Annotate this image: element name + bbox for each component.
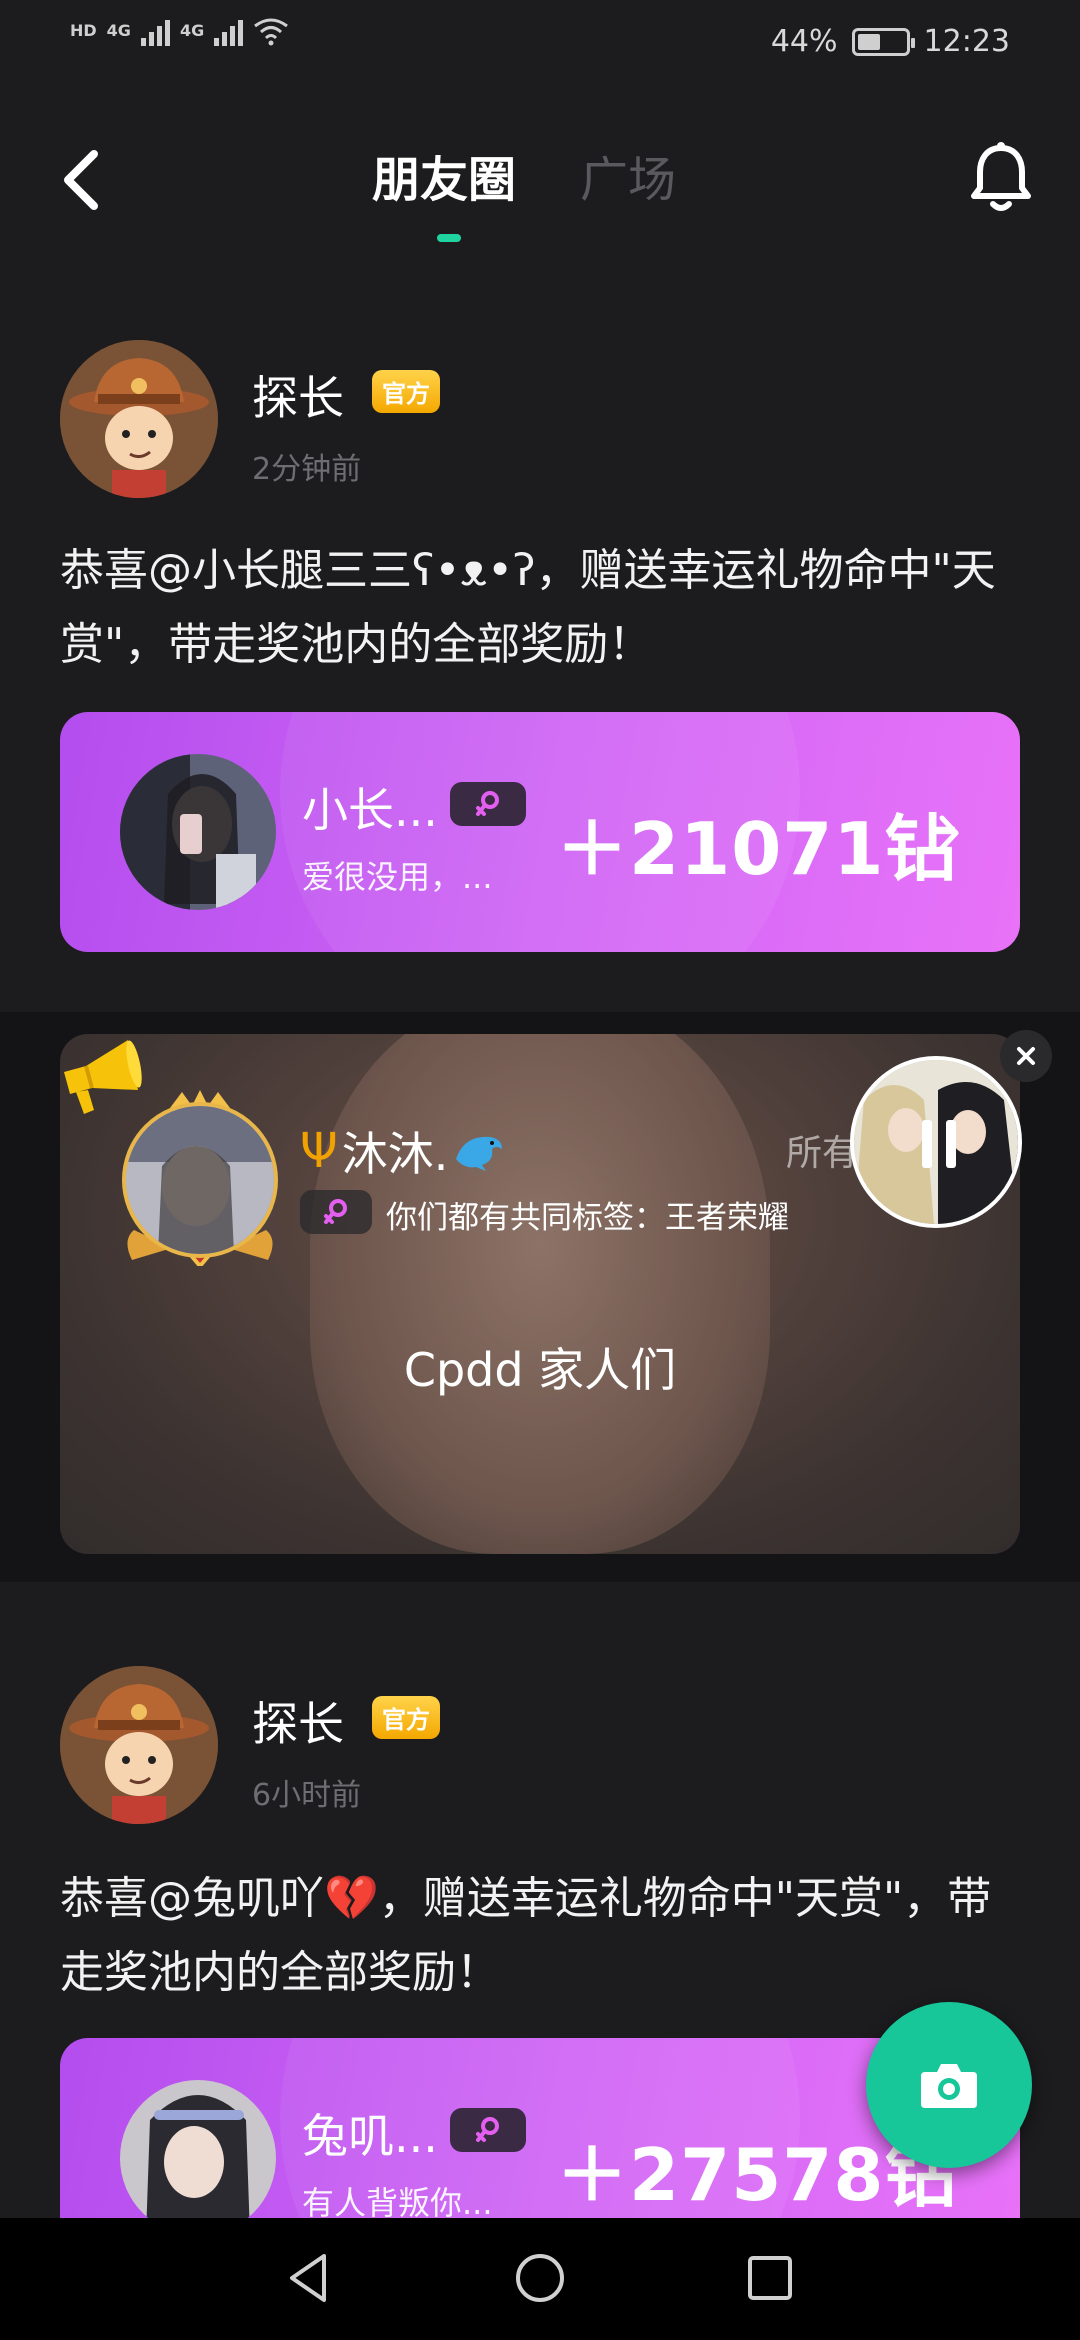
camera-icon	[921, 2064, 977, 2108]
female-icon	[324, 1199, 347, 1224]
gift-user-name: 小长...	[302, 783, 438, 837]
detective-avatar-icon	[60, 1666, 218, 1824]
live-host-avatar	[122, 1102, 278, 1258]
live-host-name: Ψ 沐沐.	[300, 1118, 506, 1184]
post-text: 恭喜@兔叽吖💔，赠送幸运礼物命中"天赏"，带走奖池内的全部奖励！	[60, 1873, 992, 1998]
system-nav-bar	[0, 2218, 1080, 2340]
female-icon	[476, 791, 499, 816]
wifi-icon	[254, 18, 289, 46]
tab-friends-circle[interactable]: 朋友圈	[372, 140, 516, 210]
clock: 12:23	[923, 24, 1010, 59]
nav-back-icon[interactable]	[280, 2248, 340, 2308]
live-host-avatar-frame[interactable]	[112, 1090, 288, 1266]
avatar[interactable]	[60, 340, 218, 498]
pause-icon[interactable]	[912, 1112, 968, 1176]
camera-post-button[interactable]	[866, 2002, 1032, 2168]
network-indicators: HD 4G 4G	[70, 16, 289, 46]
detective-avatar-icon	[60, 340, 218, 498]
active-tab-indicator	[437, 234, 461, 242]
gift-user-name: 兔叽...	[302, 2109, 438, 2163]
hd-label: HD	[70, 21, 97, 40]
battery-icon	[851, 27, 915, 56]
back-icon[interactable]	[52, 140, 112, 220]
common-tag-text: 你们都有共同标签：王者荣耀	[386, 1200, 789, 1236]
status-right: 44% 12:23	[771, 24, 1010, 59]
live-host-name-text: 沐沐.	[341, 1127, 449, 1181]
nav-recent-icon[interactable]	[740, 2248, 800, 2308]
gift-user-avatar[interactable]	[120, 2080, 276, 2236]
music-disc[interactable]	[850, 1056, 1022, 1228]
post-text: 恭喜@小长腿三三ʕ•ᴥ•ʔ，赠送幸运礼物命中"天赏"，带走奖池内的全部奖励！	[60, 545, 996, 670]
post-time: 2分钟前	[252, 452, 362, 487]
gift-amount: ＋21071钻	[556, 807, 958, 891]
official-badge: 官方	[372, 370, 440, 413]
trident-icon: Ψ	[300, 1123, 338, 1179]
tab-square[interactable]: 广场	[580, 140, 676, 210]
female-icon	[476, 2117, 499, 2142]
battery-percent: 44%	[770, 24, 838, 59]
female-gender-badge	[450, 782, 526, 826]
author-name[interactable]: 探长	[252, 1688, 344, 1754]
network-4g-label: 4G	[106, 21, 131, 40]
signal-strength-icon	[214, 16, 244, 46]
female-gender-badge	[300, 1190, 372, 1234]
nav-home-icon[interactable]	[510, 2248, 570, 2308]
female-gender-badge	[450, 2108, 526, 2152]
top-nav: 朋友圈 广场	[0, 110, 1080, 250]
bell-icon[interactable]	[966, 138, 1036, 218]
gift-card[interactable]: 小长... 爱很没用，... ＋21071钻	[60, 712, 1020, 952]
chevron-right-icon	[939, 815, 959, 851]
dolphin-icon	[456, 1136, 503, 1171]
author-name[interactable]: 探长	[252, 362, 344, 428]
gift-user-avatar[interactable]	[120, 754, 276, 910]
official-badge: 官方	[372, 1696, 440, 1739]
avatar[interactable]	[60, 1666, 218, 1824]
signal-strength-icon	[140, 16, 170, 46]
gift-user-signature: 爱很没用，...	[302, 858, 493, 896]
network-4g-label: 4G	[179, 21, 205, 40]
status-bar: HD 4G 4G 44% 12:23	[0, 0, 1080, 92]
live-caption: Cpdd 家人们	[403, 1343, 677, 1397]
live-room-title-truncated: 所有	[786, 1133, 859, 1174]
post-time: 6小时前	[252, 1778, 362, 1813]
